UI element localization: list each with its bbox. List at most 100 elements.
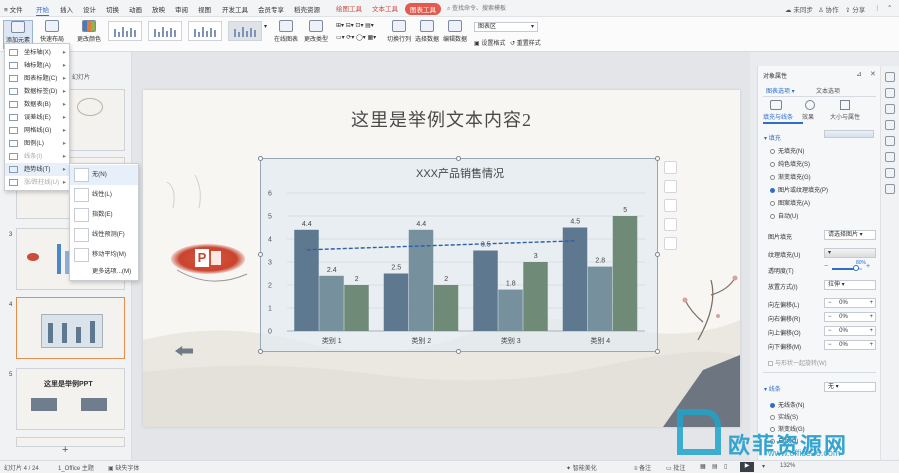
- share-button[interactable]: ⇪ 分享: [845, 4, 865, 14]
- data-label[interactable]: 1.8: [506, 281, 516, 288]
- minus-icon[interactable]: −: [824, 263, 828, 270]
- resize-handle[interactable]: [655, 252, 660, 257]
- chart-style-1[interactable]: [108, 21, 142, 41]
- chart-filter-icon[interactable]: [664, 199, 677, 212]
- more-icon[interactable]: ⋮: [874, 4, 881, 12]
- data-label[interactable]: 2: [355, 276, 359, 283]
- change-color-button[interactable]: 更改颜色: [74, 20, 104, 43]
- fill-option[interactable]: 渐变填充(G): [770, 172, 811, 181]
- bar[interactable]: [319, 275, 344, 331]
- radio-button[interactable]: [770, 149, 775, 154]
- chart-style-brush-icon[interactable]: [664, 180, 677, 193]
- subtab-size[interactable]: 大小与属性: [830, 112, 860, 121]
- trendline-option[interactable]: 无(N): [70, 165, 138, 185]
- trendline-option[interactable]: 线性预测(F): [70, 225, 138, 245]
- data-label[interactable]: 2.4: [327, 267, 337, 274]
- radio-button[interactable]: [770, 162, 775, 167]
- offset-stepper[interactable]: − 0% +: [824, 326, 876, 336]
- tab-developer[interactable]: 开发工具: [222, 4, 248, 14]
- data-label[interactable]: 4.4: [416, 221, 426, 228]
- data-label[interactable]: 5: [623, 207, 627, 214]
- radio-button[interactable]: [770, 175, 775, 180]
- minus-icon[interactable]: −: [828, 300, 833, 306]
- add-slide-button[interactable]: +: [62, 444, 68, 456]
- bar-chart[interactable]: 0 1 2 3 4 5 6 4.4 2.4 2 2.5 4.4 2 3.5 1.8 3 4.5 2.8 5 类别 …: [261, 159, 659, 353]
- resize-handle[interactable]: [258, 156, 263, 161]
- close-icon[interactable]: ✕: [870, 70, 876, 78]
- chart-settings-icon[interactable]: [664, 218, 677, 231]
- chart-style-2[interactable]: [148, 21, 182, 41]
- chart-style-3[interactable]: [188, 21, 222, 41]
- line-option[interactable]: 实线(S): [770, 412, 798, 421]
- placement-select[interactable]: 拉伸 ▾: [824, 280, 876, 290]
- add-element-item[interactable]: 网格线(G) ▸: [5, 124, 69, 137]
- tab-design[interactable]: 设计: [83, 4, 96, 14]
- minus-icon[interactable]: −: [828, 314, 833, 320]
- sync-status[interactable]: ☁ 未同步: [785, 4, 813, 14]
- resize-handle[interactable]: [655, 156, 660, 161]
- rotate-with-shape[interactable]: 与形状一起旋转(W): [768, 358, 827, 367]
- style-icon[interactable]: [885, 136, 895, 146]
- picture-fill-select[interactable]: 请选择图片 ▾: [824, 230, 876, 240]
- bar[interactable]: [587, 266, 613, 331]
- add-element-item[interactable]: 轴标题(A) ▸: [5, 59, 69, 72]
- trendline-option[interactable]: 线性(L): [70, 185, 138, 205]
- trendline-option[interactable]: 指数(E): [70, 205, 138, 225]
- command-search[interactable]: ⌕ 查找命令、搜索模板: [447, 3, 547, 14]
- add-element-item[interactable]: 数据标签(D) ▸: [5, 85, 69, 98]
- tab-chart-options[interactable]: 图表选项 ▾: [766, 86, 795, 95]
- line-option[interactable]: 无线条(N): [770, 400, 804, 409]
- play-icon[interactable]: ▶: [740, 462, 754, 472]
- style-scroll-icon[interactable]: ▾: [264, 23, 267, 30]
- fill-option[interactable]: 图片或纹理填充(P): [770, 185, 828, 194]
- add-element-item[interactable]: 数据表(B) ▸: [5, 98, 69, 111]
- help-icon[interactable]: [885, 152, 895, 162]
- slide-thumbnail-6[interactable]: [16, 437, 125, 447]
- tab-transition[interactable]: 切换: [106, 4, 119, 14]
- tab-home[interactable]: 开始: [36, 4, 49, 16]
- minus-icon[interactable]: −: [828, 342, 833, 348]
- bar[interactable]: [294, 229, 319, 331]
- chart-style-4[interactable]: [228, 21, 262, 41]
- offset-stepper[interactable]: − 0% +: [824, 340, 876, 350]
- pin-icon[interactable]: ⊿: [856, 70, 862, 78]
- plus-icon[interactable]: +: [866, 263, 870, 270]
- tab-drawing-tools[interactable]: 绘图工具: [336, 3, 362, 13]
- trendline-option[interactable]: 移动平均(M): [70, 245, 138, 265]
- bar[interactable]: [612, 216, 638, 331]
- add-element-item[interactable]: 图表标题(C) ▸: [5, 72, 69, 85]
- checkbox[interactable]: [768, 361, 773, 366]
- plus-icon[interactable]: +: [869, 313, 873, 321]
- tab-member[interactable]: 会员专享: [258, 4, 284, 14]
- chart-title[interactable]: XXX产品销售情况: [416, 166, 504, 180]
- bar[interactable]: [523, 262, 548, 331]
- tab-text-options[interactable]: 文本选项: [816, 86, 840, 95]
- bar[interactable]: [408, 229, 434, 331]
- add-element-item[interactable]: 趋势线(T) ▸: [5, 163, 69, 176]
- bar[interactable]: [473, 250, 498, 332]
- data-label[interactable]: 3: [534, 253, 538, 260]
- slide-thumbnail-5[interactable]: 这里是举例PPT: [16, 368, 125, 430]
- select-data-button[interactable]: 选择数据: [414, 20, 440, 43]
- settings-icon[interactable]: [885, 168, 895, 178]
- file-menu[interactable]: ≡ 文件: [4, 4, 23, 14]
- tab-slideshow[interactable]: 放映: [152, 4, 165, 14]
- chart-container[interactable]: 0 1 2 3 4 5 6 4.4 2.4 2 2.5 4.4 2 3.5 1.8 3 4.5 2.8 5 类别 …: [260, 158, 658, 352]
- collapse-icon[interactable]: ⌃: [887, 4, 892, 12]
- effect-icon[interactable]: [805, 100, 815, 110]
- change-type-button[interactable]: 更改类型: [302, 20, 330, 43]
- tab-text-tools[interactable]: 文本工具: [372, 3, 398, 13]
- radio-button[interactable]: [770, 403, 775, 408]
- select-icon[interactable]: [885, 72, 895, 82]
- offset-stepper[interactable]: − 0% +: [824, 298, 876, 308]
- resize-handle[interactable]: [258, 252, 263, 257]
- shape-icon[interactable]: [885, 104, 895, 114]
- add-element-menu[interactable]: 坐标轴(X) ▸ 轴标题(A) ▸ 图表标题(C) ▸ 数据标签(D) ▸ 数据表(B) ▸ 误差线…: [4, 43, 70, 191]
- fill-option[interactable]: 无填充(N): [770, 146, 804, 155]
- quick-layout-button[interactable]: 快速布局: [36, 20, 68, 43]
- bar[interactable]: [344, 285, 369, 331]
- fill-preview[interactable]: [824, 130, 874, 138]
- bar[interactable]: [433, 285, 459, 331]
- fill-option[interactable]: 自动(U): [770, 211, 798, 220]
- tab-review[interactable]: 审阅: [175, 4, 188, 14]
